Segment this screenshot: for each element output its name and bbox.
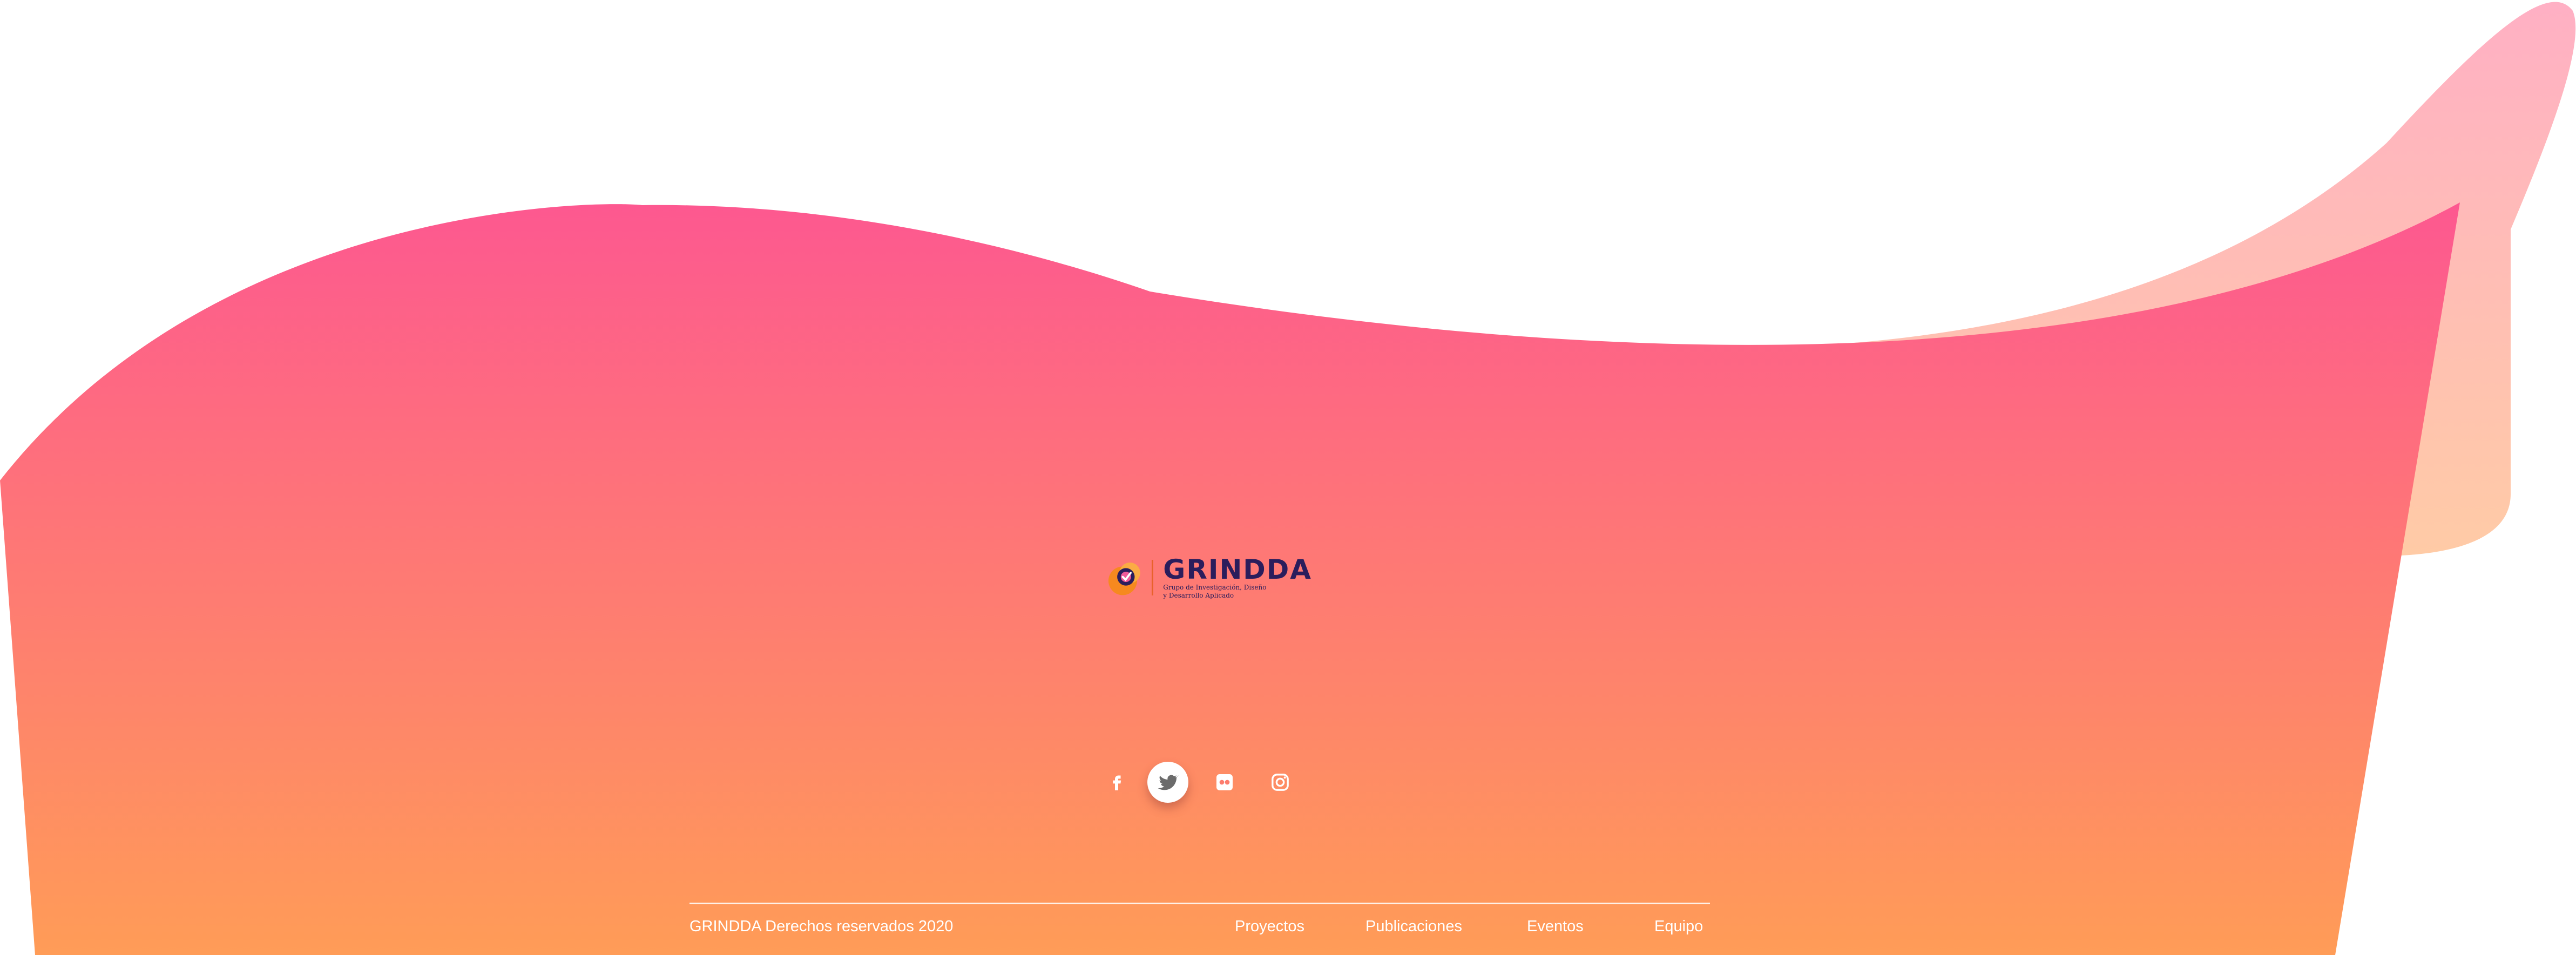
logo-mark-icon bbox=[1108, 563, 1140, 595]
flickr-icon bbox=[1216, 774, 1233, 790]
instagram-icon bbox=[1272, 774, 1289, 791]
footer-link-proyectos[interactable]: Proyectos bbox=[1235, 918, 1304, 936]
footer-wave-background bbox=[0, 2, 2576, 955]
flickr-link[interactable] bbox=[1204, 762, 1245, 803]
footer-divider bbox=[689, 903, 1710, 904]
footer-link-publicaciones[interactable]: Publicaciones bbox=[1365, 918, 1462, 936]
facebook-link[interactable] bbox=[1096, 762, 1137, 803]
social-links bbox=[1096, 762, 1301, 805]
footer-link-equipo[interactable]: Equipo bbox=[1654, 918, 1703, 936]
logo-subtitle-line-1: Grupo de Investigación, Diseño bbox=[1163, 584, 1267, 591]
grindda-logo[interactable]: GRINDDA Grupo de Investigación, Diseño y… bbox=[1107, 550, 1312, 606]
facebook-icon bbox=[1113, 775, 1121, 790]
twitter-icon bbox=[1158, 775, 1179, 790]
twitter-link[interactable] bbox=[1147, 762, 1188, 803]
footer-link-eventos[interactable]: Eventos bbox=[1527, 918, 1584, 936]
instagram-link[interactable] bbox=[1260, 762, 1301, 803]
logo-separator bbox=[1151, 560, 1154, 595]
logo-name: GRINDDA bbox=[1163, 554, 1312, 585]
logo-subtitle-line-2: y Desarrollo Aplicado bbox=[1163, 592, 1234, 599]
copyright-text: GRINDDA Derechos reservados 2020 bbox=[689, 918, 954, 935]
